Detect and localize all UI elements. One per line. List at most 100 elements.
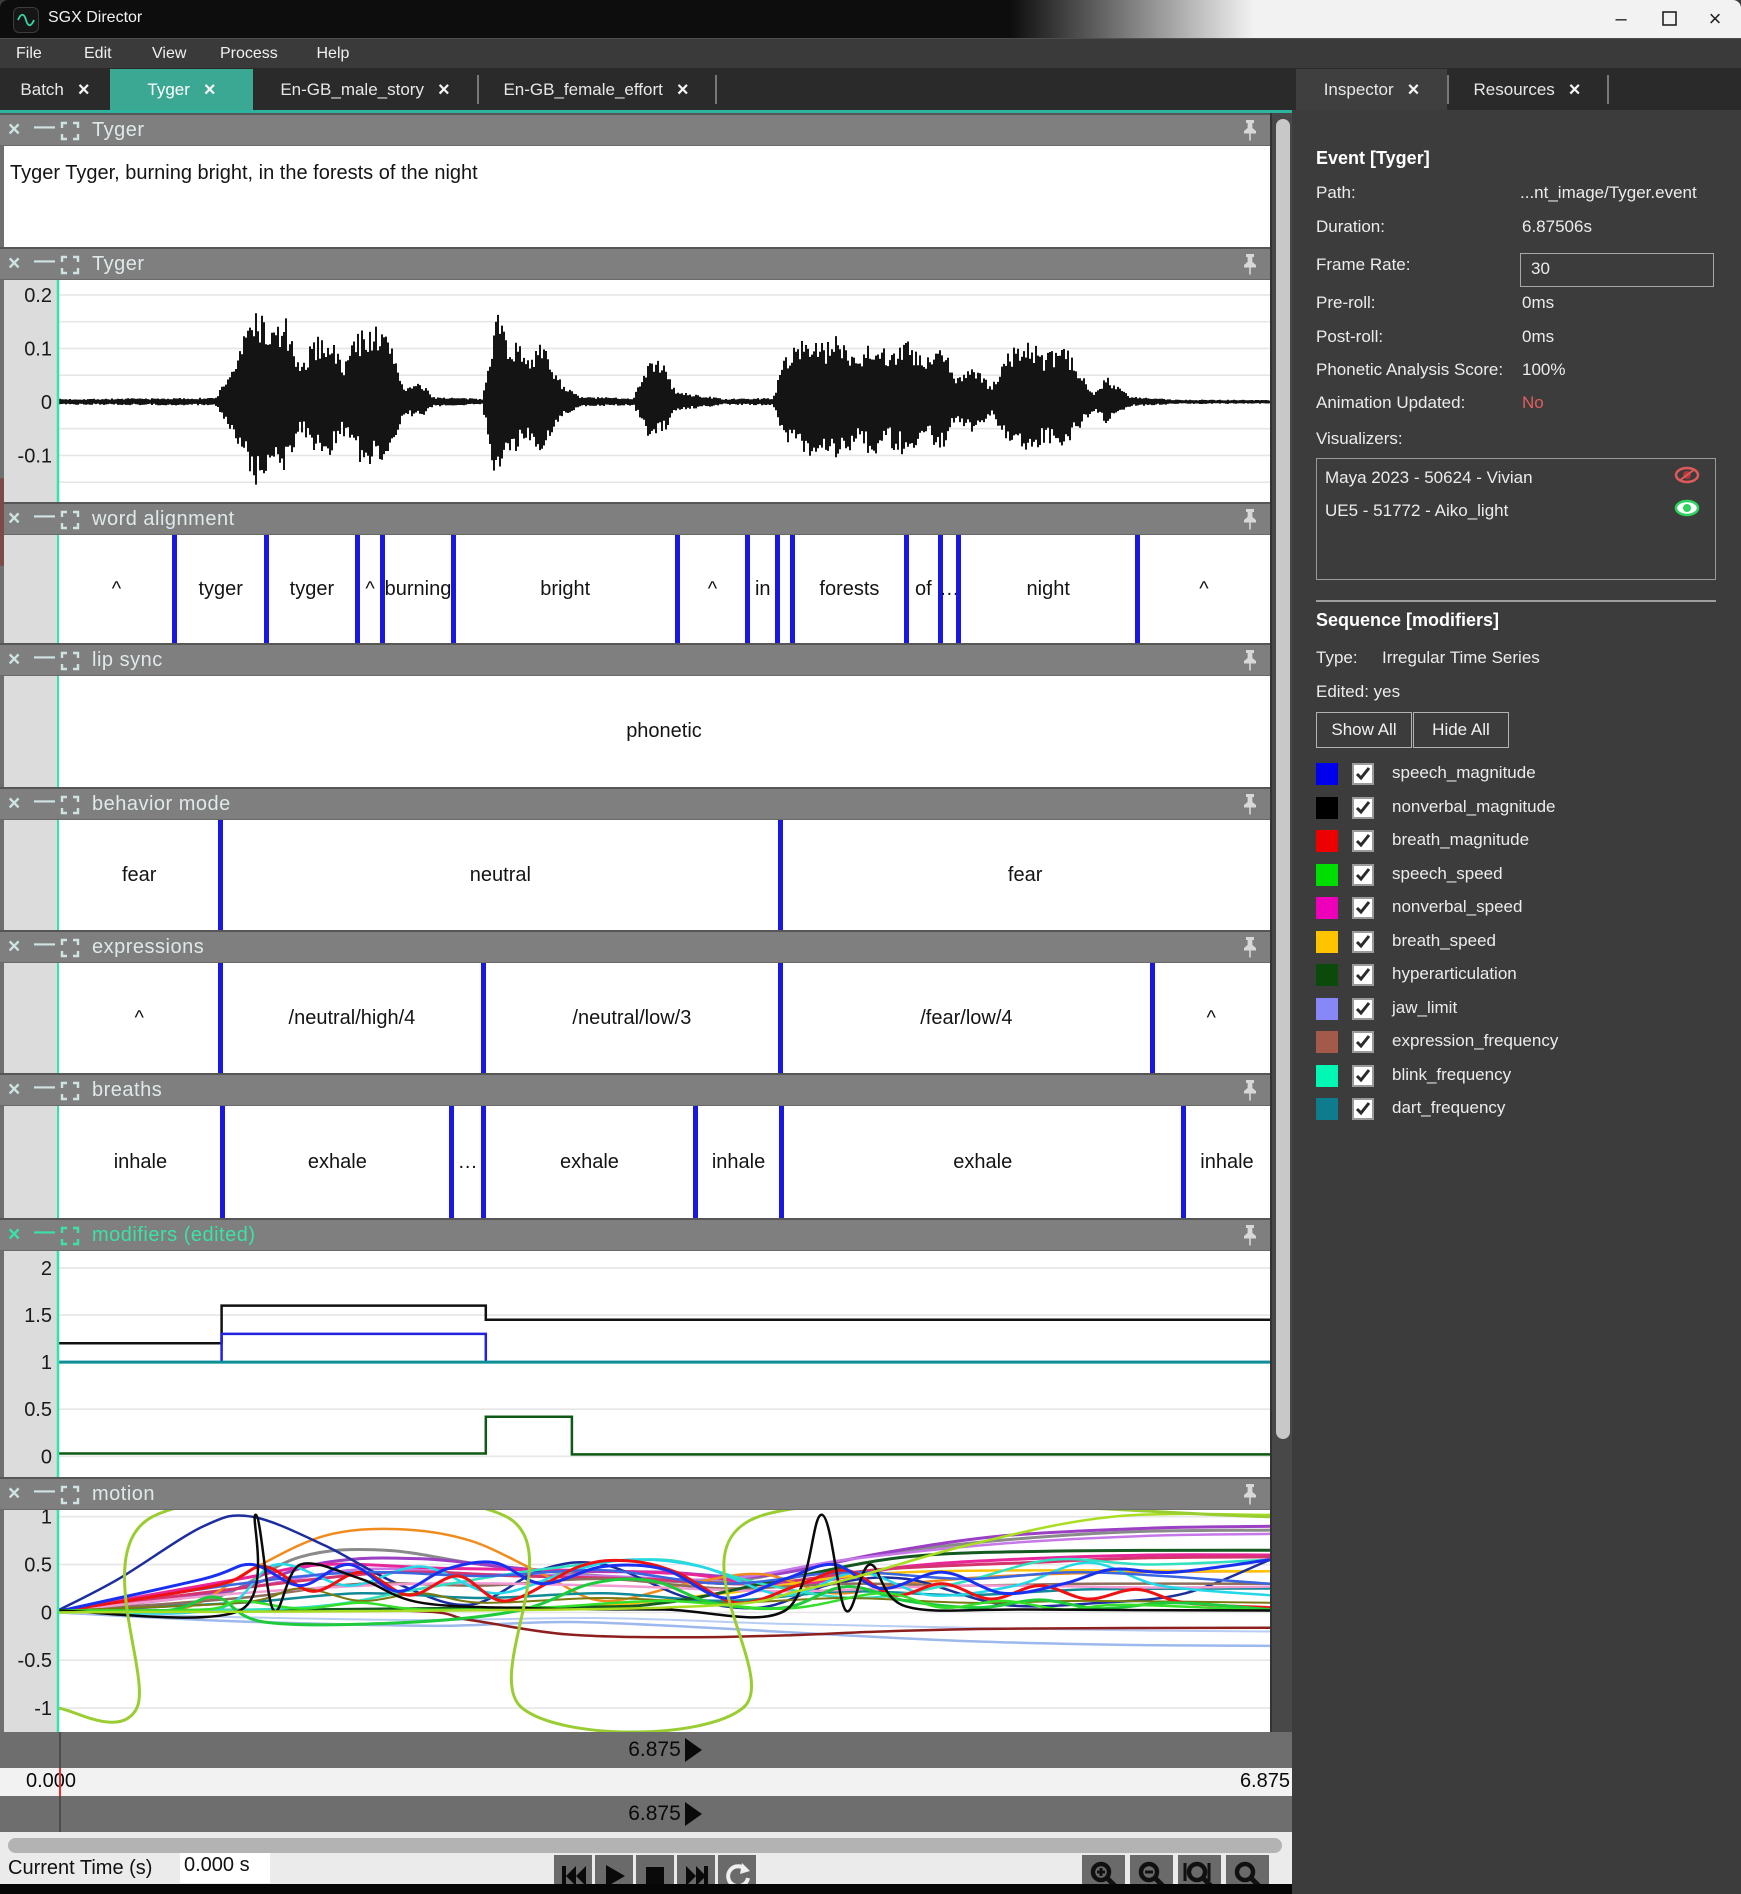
minimize-button[interactable]: – bbox=[1601, 6, 1641, 32]
slider-handle-top[interactable]: 6.875 bbox=[600, 1732, 730, 1768]
tab-close-icon[interactable]: × bbox=[438, 80, 450, 100]
segment-label[interactable]: /fear/low/4 bbox=[780, 963, 1152, 1073]
show-all-button[interactable]: Show All bbox=[1316, 712, 1412, 748]
panel-expand-icon[interactable] bbox=[60, 795, 80, 815]
pin-icon[interactable] bbox=[1240, 936, 1260, 958]
maximize-button[interactable] bbox=[1649, 6, 1689, 32]
panel-minimize-icon[interactable]: — bbox=[34, 1075, 55, 1099]
track-checkbox[interactable] bbox=[1352, 931, 1374, 953]
visualizer-item[interactable]: UE5 - 51772 - Aiko_light bbox=[1325, 498, 1709, 524]
panel-close-icon[interactable]: × bbox=[8, 792, 20, 816]
panel-minimize-icon[interactable]: — bbox=[34, 789, 55, 813]
panel-minimize-icon[interactable]: — bbox=[34, 1479, 55, 1503]
pin-icon[interactable] bbox=[1240, 793, 1260, 815]
segment-label[interactable]: inhale bbox=[696, 1106, 782, 1218]
slider-handle-bottom[interactable]: 6.875 bbox=[600, 1796, 730, 1832]
panel-close-icon[interactable]: × bbox=[8, 252, 20, 276]
segment-label[interactable]: ^ bbox=[677, 535, 747, 643]
panel-close-icon[interactable]: × bbox=[8, 118, 20, 142]
segment-label[interactable]: tyger bbox=[266, 535, 357, 643]
vertical-scrollbar-thumb[interactable] bbox=[1276, 119, 1290, 1439]
waveform-plot[interactable]: 0.20.10-0.1 bbox=[0, 280, 1270, 502]
segment-label[interactable]: … bbox=[452, 1106, 484, 1218]
segment-label[interactable]: in bbox=[748, 535, 778, 643]
panel-minimize-icon[interactable]: — bbox=[34, 645, 55, 669]
modifiers-plot[interactable]: 21.510.50 bbox=[0, 1251, 1270, 1477]
panel-expand-icon[interactable] bbox=[60, 510, 80, 530]
current-time-field[interactable]: 0.000 s bbox=[180, 1853, 270, 1883]
menu-help[interactable]: Help bbox=[311, 43, 356, 65]
segment-label[interactable]: tyger bbox=[175, 535, 267, 643]
eye-visible-icon[interactable] bbox=[1673, 498, 1701, 518]
segment-label[interactable]: exhale bbox=[483, 1106, 695, 1218]
playhead-line[interactable] bbox=[57, 676, 59, 787]
time-slider-top[interactable]: 6.875 bbox=[0, 1732, 1292, 1768]
menu-process[interactable]: Process bbox=[214, 43, 284, 65]
panel-close-icon[interactable]: × bbox=[8, 1223, 20, 1247]
segment-label[interactable]: exhale bbox=[223, 1106, 452, 1218]
hide-all-button[interactable]: Hide All bbox=[1413, 712, 1509, 748]
pin-icon[interactable] bbox=[1240, 508, 1260, 530]
panel-close-icon[interactable]: × bbox=[8, 648, 20, 672]
menu-file[interactable]: File bbox=[10, 43, 48, 65]
tab-tyger[interactable]: Tyger× bbox=[110, 69, 253, 110]
pin-icon[interactable] bbox=[1240, 1483, 1260, 1505]
segment-label[interactable]: inhale bbox=[58, 1106, 223, 1218]
tab-close-icon[interactable]: × bbox=[1408, 80, 1420, 100]
panel-expand-icon[interactable] bbox=[60, 1485, 80, 1505]
panel-expand-icon[interactable] bbox=[60, 1226, 80, 1246]
tab-close-icon[interactable]: × bbox=[677, 80, 689, 100]
left-scrollbar-thumb[interactable] bbox=[0, 478, 4, 566]
close-button[interactable]: × bbox=[1695, 6, 1735, 32]
menu-view[interactable]: View bbox=[146, 43, 192, 65]
tab-close-icon[interactable]: × bbox=[204, 80, 216, 100]
menu-edit[interactable]: Edit bbox=[78, 43, 118, 65]
track-checkbox[interactable] bbox=[1352, 897, 1374, 919]
track-checkbox[interactable] bbox=[1352, 1098, 1374, 1120]
panel-close-icon[interactable]: × bbox=[8, 1482, 20, 1506]
panel-expand-icon[interactable] bbox=[60, 121, 80, 141]
panel-expand-icon[interactable] bbox=[60, 938, 80, 958]
tab-en-gb_female_effort[interactable]: En-GB_female_effort× bbox=[477, 69, 715, 110]
playhead-line[interactable] bbox=[57, 535, 59, 643]
segment-label[interactable]: ^ bbox=[58, 535, 175, 643]
segment-label[interactable]: ^ bbox=[1138, 535, 1270, 643]
current-time-marker[interactable] bbox=[59, 1768, 61, 1796]
pin-icon[interactable] bbox=[1240, 1224, 1260, 1246]
pin-icon[interactable] bbox=[1240, 1079, 1260, 1101]
panel-expand-icon[interactable] bbox=[60, 255, 80, 275]
panel-minimize-icon[interactable]: — bbox=[34, 504, 55, 528]
segment-label[interactable]: neutral bbox=[220, 820, 780, 930]
segment-label[interactable]: forests bbox=[792, 535, 906, 643]
segment-label[interactable]: ^ bbox=[357, 535, 382, 643]
side-tab-resources[interactable]: Resources× bbox=[1447, 69, 1607, 110]
panel-minimize-icon[interactable]: — bbox=[34, 1220, 55, 1244]
pin-icon[interactable] bbox=[1240, 119, 1260, 141]
playhead-line[interactable] bbox=[57, 963, 59, 1073]
playhead-line[interactable] bbox=[57, 820, 59, 930]
panel-minimize-icon[interactable]: — bbox=[34, 115, 55, 139]
panel-expand-icon[interactable] bbox=[60, 651, 80, 671]
panel-minimize-icon[interactable]: — bbox=[34, 249, 55, 273]
track-checkbox[interactable] bbox=[1352, 964, 1374, 986]
segment-label[interactable]: of bbox=[906, 535, 940, 643]
track-checkbox[interactable] bbox=[1352, 763, 1374, 785]
segment-label[interactable]: /neutral/low/3 bbox=[483, 963, 780, 1073]
segment-label[interactable]: exhale bbox=[782, 1106, 1184, 1218]
frame-rate-input[interactable]: 30 bbox=[1520, 253, 1714, 287]
eye-hidden-icon[interactable] bbox=[1673, 465, 1701, 485]
segment-label[interactable]: bright bbox=[453, 535, 677, 643]
track-checkbox[interactable] bbox=[1352, 998, 1374, 1020]
tab-close-icon[interactable]: × bbox=[78, 80, 90, 100]
segment-label[interactable]: burning bbox=[383, 535, 453, 643]
segment-label[interactable]: fear bbox=[58, 820, 220, 930]
panel-close-icon[interactable]: × bbox=[8, 935, 20, 959]
panel-close-icon[interactable]: × bbox=[8, 1078, 20, 1102]
pin-icon[interactable] bbox=[1240, 649, 1260, 671]
panel-minimize-icon[interactable]: — bbox=[34, 932, 55, 956]
visualizers-list[interactable]: Maya 2023 - 50624 - Vivian UE5 - 51772 - … bbox=[1316, 458, 1716, 580]
visualizer-item[interactable]: Maya 2023 - 50624 - Vivian bbox=[1325, 465, 1709, 491]
tab-batch[interactable]: Batch× bbox=[0, 69, 110, 110]
tab-close-icon[interactable]: × bbox=[1569, 80, 1581, 100]
segment-label[interactable]: night bbox=[959, 535, 1138, 643]
